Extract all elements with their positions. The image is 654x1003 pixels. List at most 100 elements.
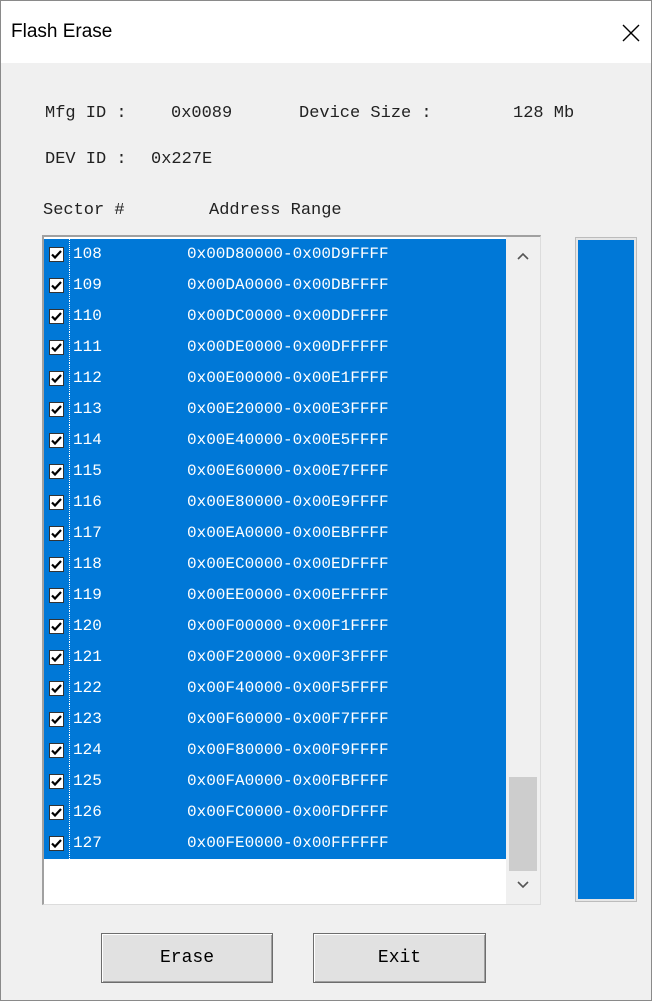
list-item[interactable]: 114 0x00E40000-0x00E5FFFF bbox=[44, 425, 506, 456]
list-item[interactable]: 119 0x00EE0000-0x00EFFFFF bbox=[44, 580, 506, 611]
focus-indicator bbox=[69, 642, 70, 673]
scroll-up-button[interactable] bbox=[506, 241, 540, 271]
sector-number: 114 bbox=[73, 431, 102, 449]
sector-rows: 108 0x00D80000-0x00D9FFFF 109 0x00DA0000-0x… bbox=[44, 239, 506, 859]
list-item[interactable]: 118 0x00EC0000-0x00EDFFFF bbox=[44, 549, 506, 580]
sector-number: 113 bbox=[73, 400, 102, 418]
list-item[interactable]: 115 0x00E60000-0x00E7FFFF bbox=[44, 456, 506, 487]
sector-checkbox[interactable] bbox=[49, 836, 64, 851]
sector-number: 121 bbox=[73, 648, 102, 666]
sector-checkbox[interactable] bbox=[49, 712, 64, 727]
focus-indicator bbox=[69, 456, 70, 487]
focus-indicator bbox=[69, 580, 70, 611]
sector-address-range: 0x00FC0000-0x00FDFFFF bbox=[187, 803, 389, 821]
focus-indicator bbox=[69, 270, 70, 301]
sector-checkbox[interactable] bbox=[49, 433, 64, 448]
focus-indicator bbox=[69, 425, 70, 456]
scroll-thumb[interactable] bbox=[509, 777, 537, 871]
sector-number: 116 bbox=[73, 493, 102, 511]
focus-indicator bbox=[69, 239, 70, 270]
sector-address-range: 0x00FE0000-0x00FFFFFF bbox=[187, 834, 389, 852]
focus-indicator bbox=[69, 797, 70, 828]
sector-checkbox[interactable] bbox=[49, 805, 64, 820]
list-item[interactable]: 108 0x00D80000-0x00D9FFFF bbox=[44, 239, 506, 270]
focus-indicator bbox=[69, 828, 70, 859]
list-item[interactable]: 117 0x00EA0000-0x00EBFFFF bbox=[44, 518, 506, 549]
sector-checkbox[interactable] bbox=[49, 557, 64, 572]
list-item[interactable]: 123 0x00F60000-0x00F7FFFF bbox=[44, 704, 506, 735]
list-item[interactable]: 112 0x00E00000-0x00E1FFFF bbox=[44, 363, 506, 394]
vertical-scrollbar[interactable] bbox=[506, 237, 540, 904]
list-item[interactable]: 125 0x00FA0000-0x00FBFFFF bbox=[44, 766, 506, 797]
focus-indicator bbox=[69, 487, 70, 518]
sector-number: 110 bbox=[73, 307, 102, 325]
sector-address-range: 0x00DC0000-0x00DDFFFF bbox=[187, 307, 389, 325]
checkmark-icon bbox=[51, 560, 62, 570]
focus-indicator bbox=[69, 301, 70, 332]
sector-checkbox[interactable] bbox=[49, 371, 64, 386]
sector-checkbox[interactable] bbox=[49, 309, 64, 324]
sector-checkbox[interactable] bbox=[49, 278, 64, 293]
checkmark-icon bbox=[51, 250, 62, 260]
sector-number: 109 bbox=[73, 276, 102, 294]
list-item[interactable]: 126 0x00FC0000-0x00FDFFFF bbox=[44, 797, 506, 828]
checkmark-icon bbox=[51, 746, 62, 756]
address-column-header: Address Range bbox=[209, 201, 342, 220]
checkmark-icon bbox=[51, 529, 62, 539]
sector-checkbox[interactable] bbox=[49, 681, 64, 696]
erase-progress-bar bbox=[575, 237, 637, 902]
sector-checkbox[interactable] bbox=[49, 464, 64, 479]
sector-checkbox[interactable] bbox=[49, 774, 64, 789]
sector-address-range: 0x00F40000-0x00F5FFFF bbox=[187, 679, 389, 697]
sector-checkbox[interactable] bbox=[49, 340, 64, 355]
sector-checkbox[interactable] bbox=[49, 650, 64, 665]
sector-checkbox[interactable] bbox=[49, 743, 64, 758]
checkmark-icon bbox=[51, 467, 62, 477]
list-item[interactable]: 127 0x00FE0000-0x00FFFFFF bbox=[44, 828, 506, 859]
list-item[interactable]: 120 0x00F00000-0x00F1FFFF bbox=[44, 611, 506, 642]
sector-address-range: 0x00E60000-0x00E7FFFF bbox=[187, 462, 389, 480]
close-button[interactable] bbox=[611, 11, 651, 55]
device-size-value: 128 Mb bbox=[513, 104, 575, 123]
sector-list[interactable]: 108 0x00D80000-0x00D9FFFF 109 0x00DA0000-0x… bbox=[42, 235, 541, 905]
sector-number: 115 bbox=[73, 462, 102, 480]
sector-address-range: 0x00F80000-0x00F9FFFF bbox=[187, 741, 389, 759]
window-title: Flash Erase bbox=[11, 21, 113, 42]
list-item[interactable]: 124 0x00F80000-0x00F9FFFF bbox=[44, 735, 506, 766]
list-item[interactable]: 109 0x00DA0000-0x00DBFFFF bbox=[44, 270, 506, 301]
sector-checkbox[interactable] bbox=[49, 619, 64, 634]
list-item[interactable]: 121 0x00F20000-0x00F3FFFF bbox=[44, 642, 506, 673]
scroll-down-button[interactable] bbox=[506, 870, 540, 900]
checkmark-icon bbox=[51, 653, 62, 663]
mfg-id-label: Mfg ID : bbox=[45, 104, 127, 123]
focus-indicator bbox=[69, 673, 70, 704]
erase-button[interactable]: Erase bbox=[101, 933, 273, 983]
list-item[interactable]: 110 0x00DC0000-0x00DDFFFF bbox=[44, 301, 506, 332]
sector-address-range: 0x00F00000-0x00F1FFFF bbox=[187, 617, 389, 635]
checkmark-icon bbox=[51, 405, 62, 415]
focus-indicator bbox=[69, 332, 70, 363]
sector-checkbox[interactable] bbox=[49, 526, 64, 541]
sector-checkbox[interactable] bbox=[49, 247, 64, 262]
chevron-down-icon bbox=[517, 881, 529, 889]
close-icon bbox=[622, 24, 640, 42]
sector-address-range: 0x00D80000-0x00D9FFFF bbox=[187, 245, 389, 263]
sector-checkbox[interactable] bbox=[49, 588, 64, 603]
list-item[interactable]: 122 0x00F40000-0x00F5FFFF bbox=[44, 673, 506, 704]
list-item[interactable]: 111 0x00DE0000-0x00DFFFFF bbox=[44, 332, 506, 363]
focus-indicator bbox=[69, 549, 70, 580]
sector-address-range: 0x00F20000-0x00F3FFFF bbox=[187, 648, 389, 666]
sector-column-header: Sector # bbox=[43, 201, 125, 220]
sector-number: 122 bbox=[73, 679, 102, 697]
sector-checkbox[interactable] bbox=[49, 495, 64, 510]
sector-address-range: 0x00E20000-0x00E3FFFF bbox=[187, 400, 389, 418]
mfg-id-value: 0x0089 bbox=[171, 104, 233, 123]
sector-checkbox[interactable] bbox=[49, 402, 64, 417]
exit-button[interactable]: Exit bbox=[313, 933, 486, 983]
sector-address-range: 0x00EE0000-0x00EFFFFF bbox=[187, 586, 389, 604]
dev-id-label: DEV ID : bbox=[45, 150, 127, 169]
list-item[interactable]: 116 0x00E80000-0x00E9FFFF bbox=[44, 487, 506, 518]
list-item[interactable]: 113 0x00E20000-0x00E3FFFF bbox=[44, 394, 506, 425]
dev-id-value: 0x227E bbox=[151, 150, 213, 169]
checkmark-icon bbox=[51, 684, 62, 694]
